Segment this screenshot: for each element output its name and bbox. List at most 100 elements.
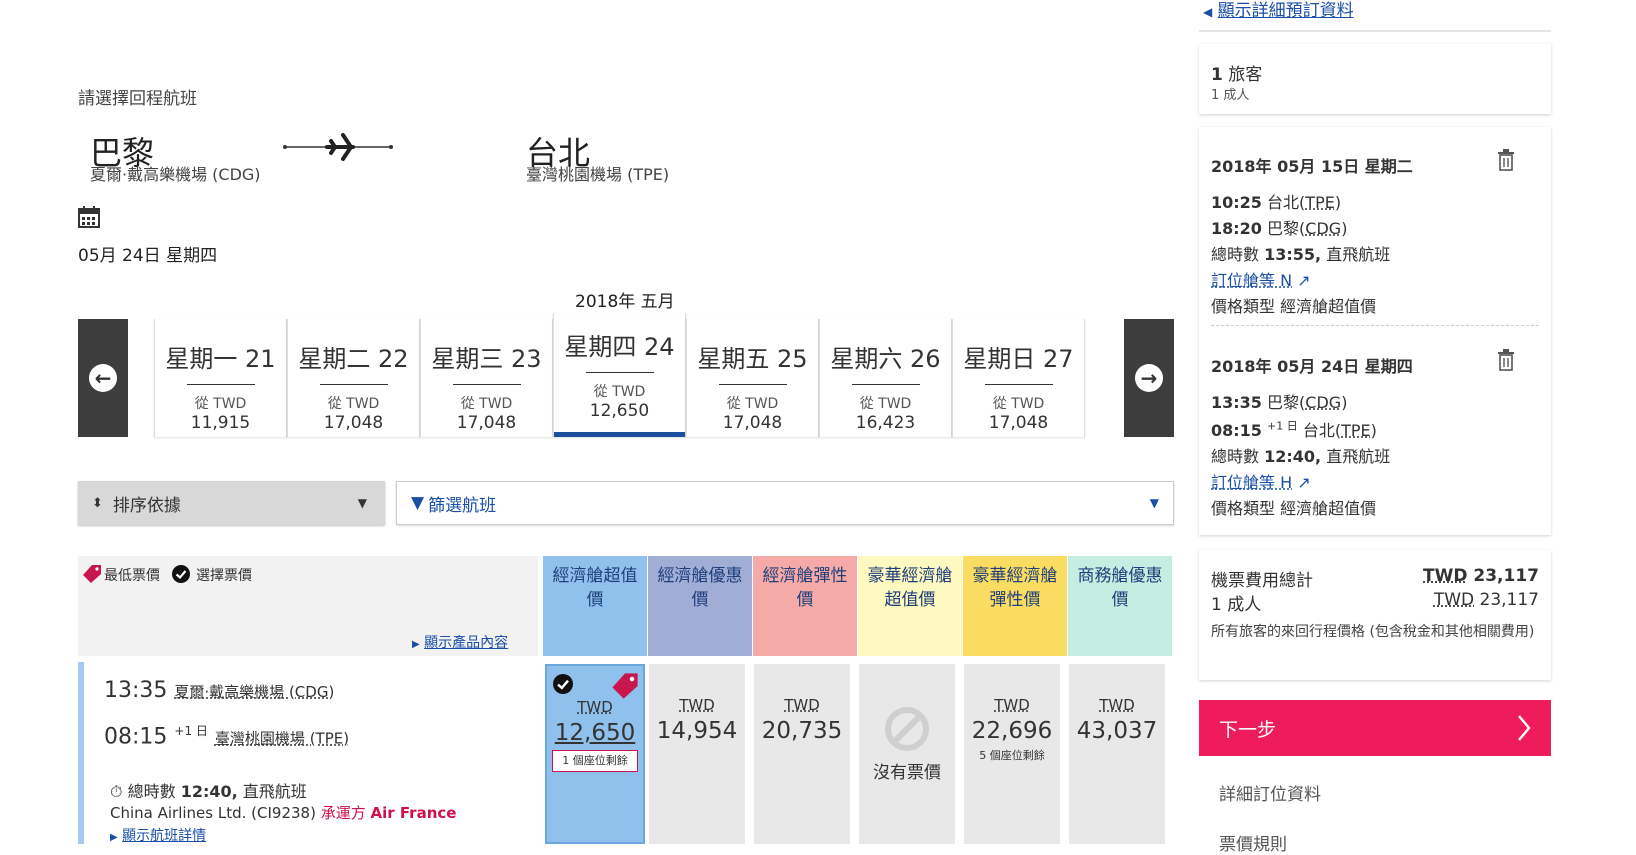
fare-column-business-promo: 商務艙優惠價 [1068,556,1172,656]
time: 18:20 [1211,219,1262,238]
sort-label: 排序依據 [112,495,181,516]
fare-column-label: 經濟艙優惠價 [657,566,743,610]
traveler-count: 1 [1211,65,1223,85]
chevron-down-icon: ▼ [1149,496,1159,510]
booking-details-toggle: ◀ 顯示詳細預訂資料 [1199,0,1551,32]
date-tab-price: 17,048 [456,413,517,433]
selected-check-icon [553,674,573,694]
fare-cell-premium-saver-unavailable: 沒有票價 [859,664,955,844]
divider [186,384,255,385]
amount: 23,117 [1473,566,1539,586]
external-link-icon: ↗ [1297,473,1311,492]
destination-airport: 臺灣桃園機場 (TPE) [526,165,670,184]
divider [718,384,787,385]
fare-column-label: 經濟艙彈性價 [762,566,848,610]
traveler-label: 旅客 [1228,65,1263,85]
date-tab-price: 12,650 [589,401,650,421]
show-flight-details-link[interactable]: ▶ 顯示航班詳情 [110,825,206,845]
date-tab-25[interactable]: 星期五 25 從 TWD 17,048 [686,319,819,437]
airport-code: TPE [1341,421,1371,440]
outbound-date: 2018年 05月 15日 星期二 [1211,157,1413,176]
date-tab-price: 17,048 [323,413,384,433]
fare-cell-economy-promo[interactable]: TWD 14,954 [649,664,745,844]
chevron-down-icon: ▼ [357,496,367,510]
divider [585,372,654,373]
travelers-card: 1 旅客 1 成人 [1199,44,1551,114]
booking-class-label: 訂位艙等 H [1211,473,1293,492]
trash-icon[interactable] [1497,349,1515,371]
price-summary-card: 機票費用總計 TWD 23,117 1 成人 TWD 23,117 所有旅客的來… [1199,550,1551,680]
date-tab-label: 星期五 25 [697,345,808,373]
fare-currency: TWD [784,696,820,714]
booking-class-label: 訂位艙等 N [1211,271,1293,290]
inbound-date: 2018年 05月 24日 星期四 [1211,357,1413,376]
date-tab-26[interactable]: 星期六 26 從 TWD 16,423 [819,319,952,437]
fare-amount: 22,696 [971,718,1053,744]
outbound-arrival: 18:20 巴黎(CDG) [1211,219,1348,238]
fare-type-label: 價格類型 [1211,499,1276,518]
inbound-arrival: 08:15 +1 日 台北(TPE) [1211,419,1377,440]
sort-dropdown[interactable]: ⬍ 排序依據 ▼ [78,481,385,525]
fare-column-economy-promo: 經濟艙優惠價 [648,556,752,656]
date-tab-price: 16,423 [855,413,916,433]
fare-rules-link[interactable]: 票價規則 [1219,830,1287,855]
fare-cell-business-promo[interactable]: TWD 43,037 [1069,664,1165,844]
arrival-airport: 臺灣桃園機場 (TPE) [214,729,350,748]
fare-cell-premium-flex[interactable]: TWD 22,696 5 個座位剩餘 [964,664,1060,844]
previous-week-button[interactable]: ← [78,319,128,437]
time: 08:15 [1211,421,1262,440]
show-product-details-link[interactable]: ▶ 顯示產品內容 [412,632,508,652]
divider [452,384,521,385]
plane-route-icon [283,133,393,161]
lowest-price-tag-icon [612,673,638,699]
next-step-button[interactable]: 下一步 [1199,700,1551,756]
inbound-booking-class-link[interactable]: 訂位艙等 H ↗ [1211,469,1311,493]
fare-column-premium-flex: 豪華經濟艙彈性價 [963,556,1067,656]
price-note: 所有旅客的來回行程價格 (包含稅金和其他相關費用) [1211,624,1535,640]
date-tab-label: 星期日 27 [963,345,1074,373]
next-week-button[interactable]: → [1124,319,1174,437]
airport-code: CDG [1305,219,1342,238]
city: 台北 [1302,421,1335,440]
seats-left-note: 5 個座位剩餘 [979,749,1045,762]
fare-cell-economy-flex[interactable]: TWD 20,735 [754,664,850,844]
duration-line: ⏱ 總時數 12:40, 直飛航班 [110,778,307,802]
date-tab-label: 星期三 23 [431,345,542,373]
fare-amount: 12,650 [554,720,636,746]
caret-right-icon: ▶ [110,832,118,843]
date-tab-price: 17,048 [988,413,1049,433]
lowest-price-label: 最低票價 [104,568,160,584]
date-tab-22[interactable]: 星期二 22 從 TWD 17,048 [287,319,420,437]
chevron-right-icon [1518,715,1531,741]
fare-amount: 14,954 [656,718,738,744]
inbound-departure: 13:35 巴黎(CDG) [1211,393,1348,412]
city: 巴黎 [1267,219,1300,238]
trash-icon[interactable] [1497,149,1515,171]
booking-details-link[interactable]: 詳細訂位資料 [1219,780,1321,805]
show-booking-details-link[interactable]: ◀ 顯示詳細預訂資料 [1203,0,1354,21]
fare-currency: TWD [577,698,613,716]
itinerary-card: 2018年 05月 15日 星期二 10:25 台北(TPE) 18:20 巴黎… [1199,127,1551,535]
arrow-left-icon: ← [89,364,117,392]
duration-value: 13:55, [1264,245,1322,264]
filter-flights-dropdown[interactable]: ▼ 篩選航班 ▼ [396,481,1174,525]
divider [984,384,1053,385]
fare-column-premium-saver: 豪華經濟艙超值價 [858,556,962,656]
fare-currency: TWD [1099,696,1135,714]
date-tab-21[interactable]: 星期一 21 從 TWD 11,915 [154,319,287,437]
fare-type-value: 經濟艙超值價 [1280,297,1377,316]
date-tab-27[interactable]: 星期日 27 從 TWD 17,048 [952,319,1085,437]
fare-column-label: 豪華經濟艙超值價 [867,566,953,610]
unavailable-icon [885,707,929,751]
date-tab-24-selected[interactable]: 星期四 24 從 TWD 12,650 [553,313,686,437]
duration-label: 總時數 [127,782,176,801]
arrival-day-offset: +1 日 [174,724,208,738]
airport-code: CDG [1305,393,1342,412]
outbound-booking-class-link[interactable]: 訂位艙等 N ↗ [1211,267,1311,291]
outbound-fare-type: 價格類型 經濟艙超值價 [1211,293,1376,317]
fare-cell-economy-saver-selected[interactable]: TWD 12,650 1 個座位剩餘 [545,664,645,844]
from-label: 從 TWD [593,384,646,400]
date-tab-23[interactable]: 星期三 23 從 TWD 17,048 [420,319,553,437]
from-label: 從 TWD [327,396,380,412]
time: 13:35 [1211,393,1262,412]
